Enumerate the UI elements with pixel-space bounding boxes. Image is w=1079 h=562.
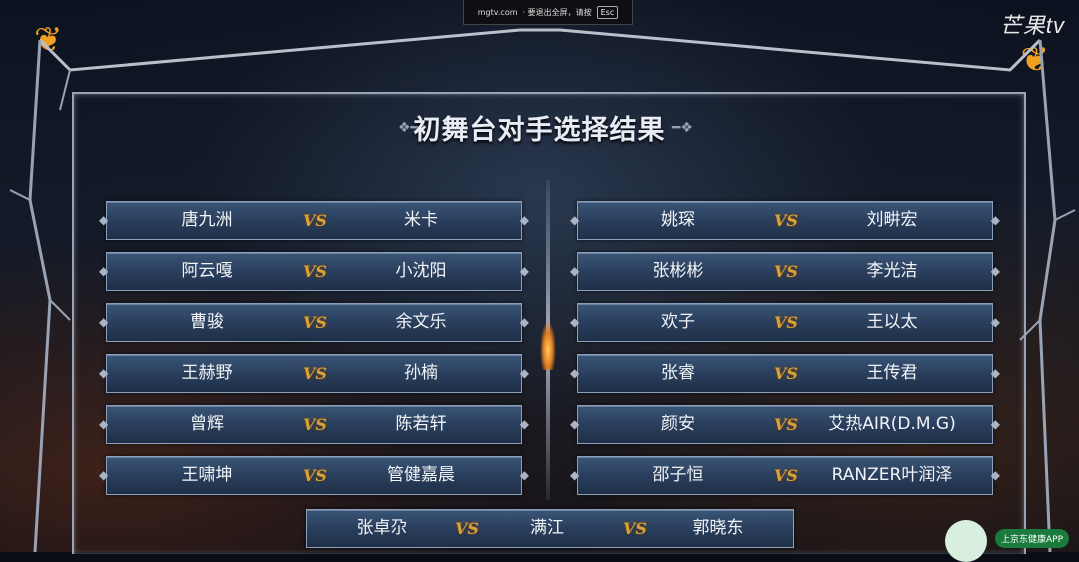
contestant-a: 邵子恒 bbox=[652, 465, 704, 485]
contestant-b: 孙楠 bbox=[404, 363, 438, 383]
row-ornament-icon: ◆ bbox=[519, 417, 529, 431]
fullscreen-exit-hint: mgtv.com · 要退出全屏，请按 Esc bbox=[463, 0, 633, 25]
row-ornament-icon: ◆ bbox=[990, 417, 1000, 431]
app-logo-icon bbox=[945, 520, 987, 562]
row-ornament-icon: ◆ bbox=[519, 366, 529, 380]
contestant-a: 唐九洲 bbox=[181, 210, 233, 230]
contestant-a: 姚琛 bbox=[661, 210, 695, 230]
page-title: 初舞台对手选择结果 bbox=[413, 115, 666, 146]
app-promo-label: 上京东健康APP bbox=[994, 528, 1069, 548]
contestant-b: 满江 bbox=[530, 518, 564, 538]
ornament-right-icon: ━❖ bbox=[672, 120, 693, 136]
match-row: ◆ 王赫野 VS 孙楠 ◆ bbox=[99, 354, 529, 393]
match-row: ◆ 曹骏 VS 余文乐 ◆ bbox=[99, 303, 529, 342]
contestant-a: 张卓尕 bbox=[356, 518, 408, 538]
contestant-c: 郭晓东 bbox=[692, 518, 744, 538]
contestant-b: RANZER叶润泽 bbox=[831, 465, 953, 485]
site-label: mgtv.com bbox=[477, 7, 518, 17]
match-row: ◆ 唐九洲 VS 米卡 ◆ bbox=[99, 201, 529, 240]
row-ornament-icon: ◆ bbox=[519, 468, 529, 482]
contestant-b: 陈若轩 bbox=[395, 414, 447, 434]
contestant-a: 张彬彬 bbox=[652, 261, 704, 281]
app-promo-badge[interactable]: 上京东健康APP bbox=[945, 520, 1069, 562]
contestant-b: 余文乐 bbox=[395, 312, 447, 332]
match-row: ◆ 张彬彬 VS 李光洁 ◆ bbox=[570, 252, 1000, 291]
contestant-b: 管健嘉晨 bbox=[387, 465, 455, 485]
row-ornament-icon: ◆ bbox=[990, 366, 1000, 380]
row-ornament-icon: ◆ bbox=[990, 315, 1000, 329]
match-row: ◆ 邵子恒 VS RANZER叶润泽 ◆ bbox=[570, 456, 1000, 495]
match-row: ◆ 王啸坤 VS 管健嘉晨 ◆ bbox=[99, 456, 529, 495]
contestant-b: 李光洁 bbox=[866, 261, 918, 281]
row-ornament-icon: ◆ bbox=[990, 468, 1000, 482]
contestant-b: 小沈阳 bbox=[395, 261, 447, 281]
contestant-a: 王赫野 bbox=[181, 363, 233, 383]
contestant-a: 曹骏 bbox=[190, 312, 224, 332]
hint-text: · 要退出全屏，请按 bbox=[522, 7, 592, 17]
match-row: ◆ 张睿 VS 王传君 ◆ bbox=[570, 354, 1000, 393]
match-row: ◆ 姚琛 VS 刘畊宏 ◆ bbox=[570, 201, 1000, 240]
match-row-three-way: 张卓尕 VS 满江 VS 郭晓东 bbox=[306, 509, 794, 548]
row-ornament-icon: ◆ bbox=[519, 213, 529, 227]
row-ornament-icon: ◆ bbox=[519, 264, 529, 278]
contestant-a: 阿云嘎 bbox=[181, 261, 233, 281]
row-ornament-icon: ◆ bbox=[990, 213, 1000, 227]
esc-key[interactable]: Esc bbox=[596, 5, 619, 19]
mangotv-logo: 芒果tv bbox=[999, 13, 1065, 38]
contestant-b: 刘畊宏 bbox=[866, 210, 918, 230]
match-row: ◆ 欢子 VS 王以太 ◆ bbox=[570, 303, 1000, 342]
contestant-a: 欢子 bbox=[661, 312, 695, 332]
contestant-a: 王啸坤 bbox=[181, 465, 233, 485]
contestant-a: 颜安 bbox=[661, 414, 695, 434]
contestant-b: 艾热AIR(D.M.G) bbox=[828, 414, 956, 434]
contestant-a: 曾辉 bbox=[190, 414, 224, 434]
contestant-b: 王传君 bbox=[866, 363, 918, 383]
flame-icon bbox=[540, 320, 556, 370]
match-row: ◆ 阿云嘎 VS 小沈阳 ◆ bbox=[99, 252, 529, 291]
row-ornament-icon: ◆ bbox=[519, 315, 529, 329]
contestant-b: 王以太 bbox=[866, 312, 918, 332]
match-row: ◆ 颜安 VS 艾热AIR(D.M.G) ◆ bbox=[570, 405, 1000, 444]
match-row: ◆ 曾辉 VS 陈若轩 ◆ bbox=[99, 405, 529, 444]
contestant-a: 张睿 bbox=[661, 363, 695, 383]
row-ornament-icon: ◆ bbox=[990, 264, 1000, 278]
contestant-b: 米卡 bbox=[404, 210, 438, 230]
